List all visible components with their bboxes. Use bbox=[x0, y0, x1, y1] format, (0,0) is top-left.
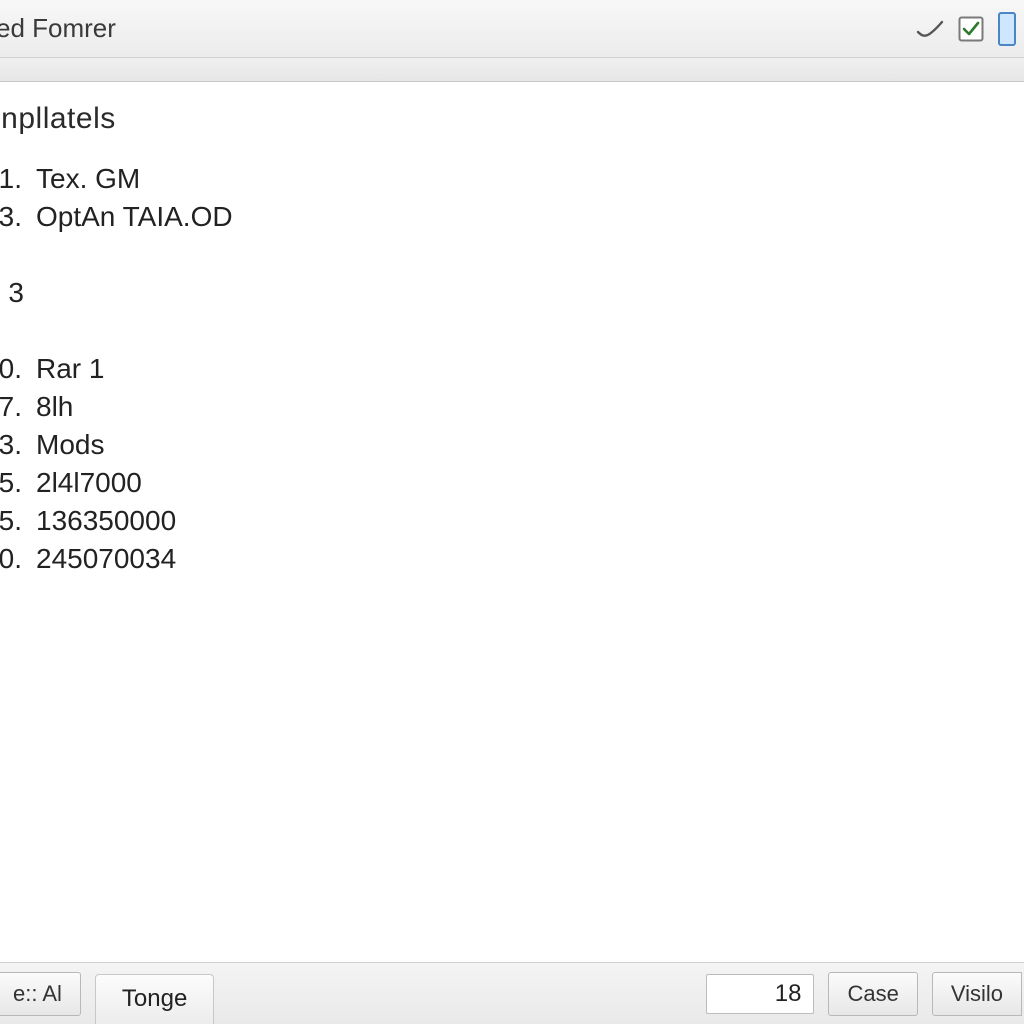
list-item-label: 136350000 bbox=[36, 502, 176, 540]
list-section-number: 3 bbox=[0, 274, 24, 312]
list-item-number: 5. bbox=[0, 502, 22, 540]
list-spacer bbox=[0, 236, 1024, 274]
window-title: ed Fomrer bbox=[0, 13, 116, 44]
list-item-label: OptAn TAIA.OD bbox=[36, 198, 233, 236]
list-item[interactable]: 0. Rar 1 bbox=[0, 350, 1024, 388]
checkbox-checked-icon[interactable] bbox=[958, 16, 984, 42]
list-item-number: 3. bbox=[0, 198, 22, 236]
case-button[interactable]: Case bbox=[828, 972, 917, 1016]
panel-icon[interactable] bbox=[998, 12, 1016, 46]
list-item-label: 8lh bbox=[36, 388, 73, 426]
list-spacer bbox=[0, 312, 1024, 350]
list-item-number: 0. bbox=[0, 540, 22, 578]
list-item[interactable]: 5. 136350000 bbox=[0, 502, 1024, 540]
titlebar-separator bbox=[0, 58, 1024, 82]
tab-tonge[interactable]: Tonge bbox=[95, 974, 214, 1024]
visilo-button[interactable]: Visilo bbox=[932, 972, 1022, 1016]
list-item-label: Rar 1 bbox=[36, 350, 104, 388]
section-heading: inpllatels bbox=[0, 102, 1024, 136]
list-item[interactable]: 3. OptAn TAIA.OD bbox=[0, 198, 1024, 236]
titlebar-actions bbox=[916, 12, 1018, 46]
bottom-toolbar: e:: Al Tonge Case Visilo bbox=[0, 962, 1024, 1024]
list-item-number: 0. bbox=[0, 350, 22, 388]
list-item[interactable]: 3. Mods bbox=[0, 426, 1024, 464]
list-item[interactable]: 1. Tex. GM bbox=[0, 160, 1024, 198]
numeric-input[interactable] bbox=[706, 974, 814, 1014]
list-item[interactable]: 7. 8lh bbox=[0, 388, 1024, 426]
item-list: 1. Tex. GM 3. OptAn TAIA.OD 3 0. Rar 1 7… bbox=[0, 160, 1024, 578]
titlebar: ed Fomrer bbox=[0, 0, 1024, 58]
list-item[interactable]: 5. 2l4l7000 bbox=[0, 464, 1024, 502]
list-item-number: 1. bbox=[0, 160, 22, 198]
list-item[interactable]: 0. 245070034 bbox=[0, 540, 1024, 578]
list-item-label: Mods bbox=[36, 426, 104, 464]
list-section-marker: 3 bbox=[0, 274, 1024, 312]
list-item-label: 245070034 bbox=[36, 540, 176, 578]
select-all-button[interactable]: e:: Al bbox=[0, 972, 81, 1016]
list-item-number: 5. bbox=[0, 464, 22, 502]
list-item-label: Tex. GM bbox=[36, 160, 140, 198]
check-swoosh-icon[interactable] bbox=[916, 18, 944, 40]
content-pane: inpllatels 1. Tex. GM 3. OptAn TAIA.OD 3… bbox=[0, 82, 1024, 962]
list-item-label: 2l4l7000 bbox=[36, 464, 142, 502]
list-item-number: 3. bbox=[0, 426, 22, 464]
list-item-number: 7. bbox=[0, 388, 22, 426]
